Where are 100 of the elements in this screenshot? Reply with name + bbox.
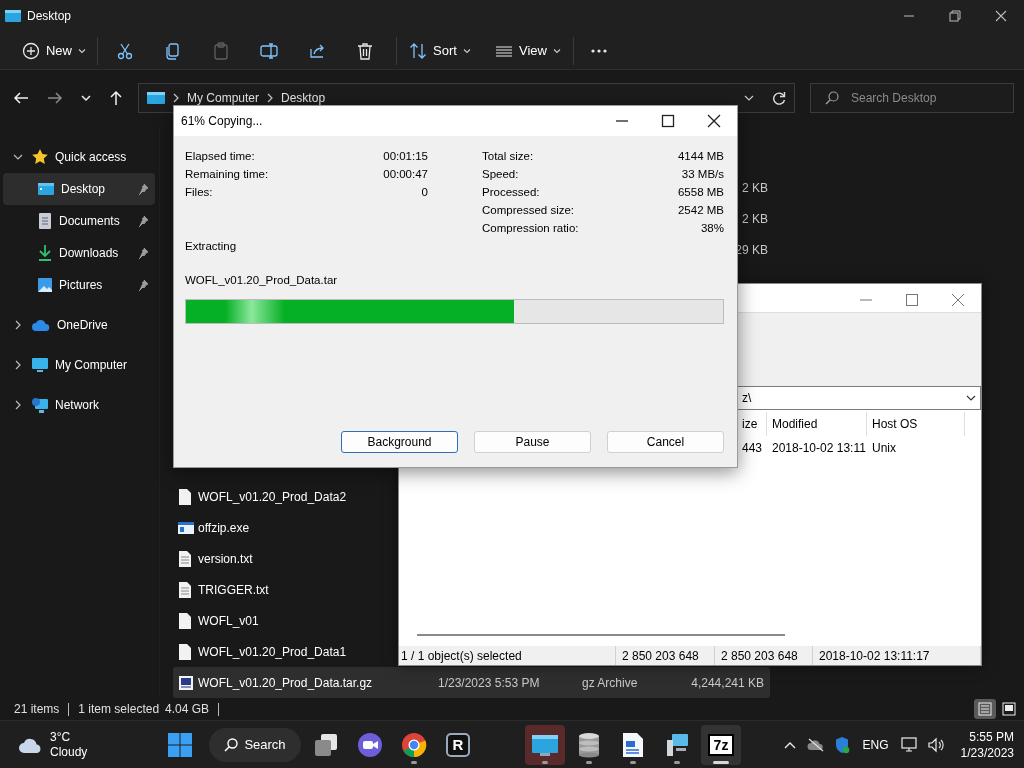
sort-button[interactable]: Sort: [404, 34, 476, 67]
chevron-right-icon[interactable]: [13, 360, 23, 370]
details-view-icon: [978, 702, 992, 716]
pin-icon: [137, 247, 149, 259]
sidebar-item[interactable]: Pictures: [3, 269, 155, 301]
file-size: 2 KB: [742, 211, 768, 226]
app-logo: R: [446, 732, 470, 757]
table-cell-text: 2018-10-02 13:11: [771, 441, 867, 455]
sidebar-item[interactable]: Quick access: [3, 141, 155, 173]
caret-down-icon: [462, 46, 471, 55]
chevron-right-icon[interactable]: [13, 320, 23, 330]
close-icon[interactable]: [707, 114, 721, 128]
archive-path[interactable]: z\: [742, 391, 752, 405]
details-view-button[interactable]: [974, 699, 996, 719]
restore-icon[interactable]: [949, 10, 961, 22]
taskbar-app[interactable]: 7z: [701, 724, 741, 765]
picture-icon: [37, 277, 53, 293]
window-title: Desktop: [27, 9, 72, 23]
scrollbar[interactable]: [417, 634, 785, 636]
view-button[interactable]: View: [490, 34, 566, 67]
breadcrumb[interactable]: My Computer: [187, 91, 260, 105]
network-icon: [31, 396, 49, 414]
clipboard-icon: [212, 41, 230, 60]
refresh-icon: [772, 91, 786, 105]
clock-date[interactable]: 1/23/2023: [960, 744, 1014, 761]
sidebar-item[interactable]: Documents: [3, 205, 155, 237]
file-icon: [178, 487, 192, 506]
taskbar-app[interactable]: [525, 724, 565, 765]
pin-icon: [137, 215, 149, 227]
up-arrow-icon: [108, 90, 124, 106]
column-header[interactable]: Host OS: [867, 412, 965, 436]
chevron-down-icon[interactable]: [966, 393, 976, 403]
file-size: 4,244,241 KB: [691, 675, 764, 690]
search-field[interactable]: Search Desktop: [810, 83, 1014, 113]
file-name: offzip.exe: [198, 520, 250, 535]
stat-value: 33 MB/s: [681, 168, 724, 180]
chevron-down-icon[interactable]: [13, 152, 23, 162]
current-file: WOFL_v01.20_Prod_Data.tar: [185, 274, 338, 286]
taskbar-app[interactable]: R: [438, 724, 478, 765]
dialog-button[interactable]: Cancel: [607, 431, 724, 453]
file-icon: [178, 642, 192, 661]
cloud-icon: [31, 318, 51, 332]
column-header[interactable]: Modified: [767, 412, 867, 436]
file-type: gz Archive: [582, 675, 638, 690]
chevron-down-icon: [744, 93, 754, 103]
clock-time[interactable]: 5:55 PM: [969, 728, 1014, 745]
file-name: WOFL_v01.20_Prod_Data1: [198, 644, 347, 659]
tiles-view-icon: [1002, 702, 1016, 716]
stat-value: 2542 MB: [677, 204, 724, 216]
status-text: 2 850 203 648: [616, 646, 715, 665]
stat-label: Compression ratio:: [482, 222, 579, 234]
rename-icon: [260, 41, 278, 60]
stat-label: Processed:: [482, 186, 540, 198]
column-header[interactable]: ize: [742, 412, 767, 436]
caret-down-icon: [78, 46, 86, 55]
close-icon[interactable]: [995, 10, 1007, 22]
sidebar-item[interactable]: My Computer: [3, 349, 155, 381]
stat-value: 38%: [700, 222, 724, 234]
input-language[interactable]: ENG: [856, 737, 895, 752]
dialog-button[interactable]: Background: [341, 431, 458, 453]
file-name: version.txt: [198, 551, 253, 566]
search-icon: [224, 737, 239, 752]
table-cell-text: Unix: [871, 441, 897, 455]
cut-icon: [116, 41, 134, 60]
status-text: 1 / 1 object(s) selected: [399, 646, 616, 665]
monitor-icon: [531, 732, 559, 757]
file-date: 1/23/2023 5:53 PM: [438, 675, 540, 690]
dialog-button[interactable]: Pause: [474, 431, 591, 453]
sidebar-item[interactable]: Downloads: [3, 237, 155, 269]
overlapping-squares-icon: [313, 731, 339, 758]
chevron-right-icon[interactable]: [13, 400, 23, 410]
sidebar-item[interactable]: Desktop: [3, 173, 155, 205]
operation-label: Extracting: [185, 240, 237, 252]
computer-setup-icon: [664, 731, 690, 758]
status-text: 2018-10-02 13:11:17: [813, 646, 981, 665]
file-icon: [178, 611, 192, 630]
monitor-icon: [31, 356, 49, 374]
shield-icon: [833, 735, 850, 754]
forward-arrow-icon: [47, 90, 63, 106]
new-button[interactable]: New: [14, 34, 94, 67]
database-icon: [577, 731, 601, 758]
download-icon: [37, 244, 53, 262]
chevron-right-icon: [266, 93, 275, 103]
document-icon: [37, 212, 53, 230]
weather-condition: Cloudy: [50, 744, 88, 760]
trash-icon: [356, 41, 374, 60]
stat-value: 6558 MB: [677, 186, 724, 198]
sidebar-item[interactable]: Network: [3, 389, 155, 421]
maximize-icon[interactable]: [661, 114, 675, 128]
stat-value: 00:00:47: [383, 168, 428, 180]
sort-icon: [409, 41, 428, 60]
sidebar-item[interactable]: OneDrive: [3, 309, 155, 341]
stat-label: Files:: [185, 186, 213, 198]
breadcrumb[interactable]: Desktop: [281, 91, 326, 105]
file-row[interactable]: WOFL_v01.20_Prod_Data.tar.gz 1/23/2023 5:53 PM gz Archive 4,244,241 KB: [173, 667, 770, 698]
stat-label: Elapsed time:: [185, 150, 255, 162]
cloud-off-icon: [806, 737, 825, 752]
pin-icon: [137, 279, 149, 291]
search-button[interactable]: Search: [209, 727, 301, 762]
file-name: WOFL_v01: [198, 613, 259, 628]
